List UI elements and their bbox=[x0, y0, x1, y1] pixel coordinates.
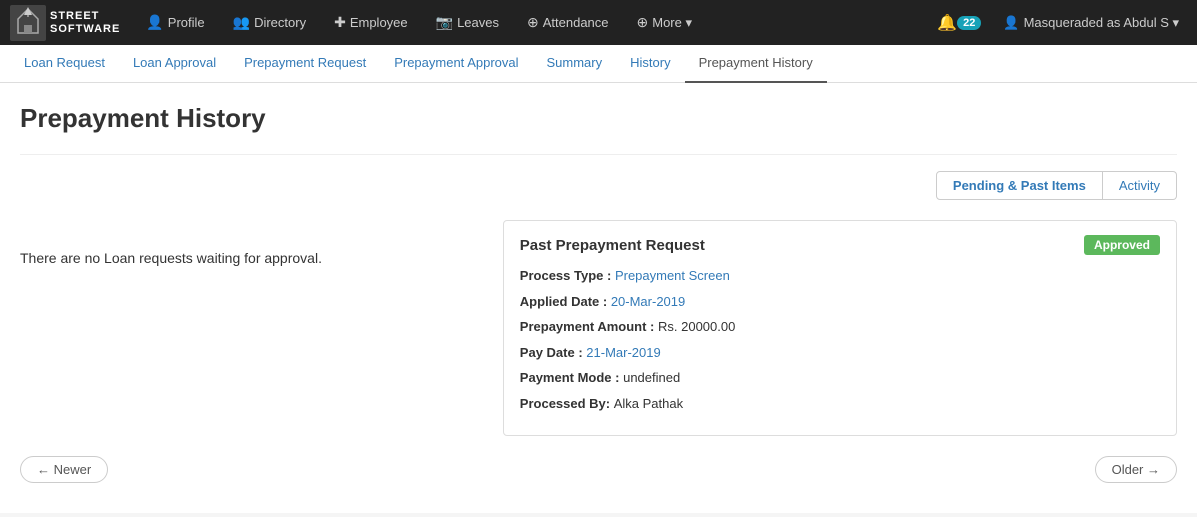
pay-date-label: Pay Date : bbox=[520, 345, 586, 360]
top-navbar: STREET SOFTWARE 👤 Profile 👥 Directory ✚ … bbox=[0, 0, 1197, 45]
bell-icon: 🔔 bbox=[937, 13, 957, 33]
card-prepayment-amount: Prepayment Amount : Rs. 20000.00 bbox=[520, 317, 1160, 337]
processed-by-value: Alka Pathak bbox=[614, 396, 683, 411]
sub-tab-prepayment-approval[interactable]: Prepayment Approval bbox=[380, 45, 532, 83]
older-button[interactable]: Older → bbox=[1095, 456, 1177, 483]
prepayment-amount-value: Rs. 20000.00 bbox=[658, 319, 735, 334]
applied-date-label: Applied Date : bbox=[520, 294, 611, 309]
sub-tab-summary[interactable]: Summary bbox=[533, 45, 617, 83]
more-icon: ⊕ bbox=[637, 14, 649, 31]
nav-attendance[interactable]: ⊕ Attendance bbox=[515, 0, 621, 45]
left-panel: There are no Loan requests waiting for a… bbox=[20, 220, 483, 286]
divider bbox=[20, 154, 1177, 155]
navbar-right: 🔔 22 👤 Masqueraded as Abdul S ▾ bbox=[929, 13, 1187, 33]
pagination-row: ← Newer Older → bbox=[20, 456, 1177, 483]
bell-wrapper[interactable]: 🔔 22 bbox=[929, 13, 989, 33]
card-pay-date: Pay Date : 21-Mar-2019 bbox=[520, 343, 1160, 363]
view-tabs: Pending & Past Items Activity bbox=[20, 171, 1177, 200]
card-applied-date: Applied Date : 20-Mar-2019 bbox=[520, 292, 1160, 312]
processed-by-label: Processed By: bbox=[520, 396, 614, 411]
sub-tab-loan-request[interactable]: Loan Request bbox=[10, 45, 119, 83]
profile-icon: 👤 bbox=[146, 14, 163, 31]
sub-tab-prepayment-history[interactable]: Prepayment History bbox=[685, 45, 827, 83]
leaves-icon: 📷 bbox=[436, 14, 453, 31]
main-row: There are no Loan requests waiting for a… bbox=[20, 220, 1177, 436]
approved-badge: Approved bbox=[1084, 235, 1160, 255]
sub-tabs-bar: Loan Request Loan Approval Prepayment Re… bbox=[0, 45, 1197, 83]
card-header: Approved Past Prepayment Request bbox=[520, 237, 1160, 254]
sub-tab-prepayment-request[interactable]: Prepayment Request bbox=[230, 45, 380, 83]
activity-tab[interactable]: Activity bbox=[1103, 171, 1177, 200]
directory-icon: 👥 bbox=[233, 14, 250, 31]
page-content: Prepayment History Pending & Past Items … bbox=[0, 83, 1197, 513]
process-type-value: Prepayment Screen bbox=[615, 268, 730, 283]
page-title: Prepayment History bbox=[20, 103, 1177, 134]
payment-mode-label: Payment Mode : bbox=[520, 370, 623, 385]
prepayment-card: Approved Past Prepayment Request Process… bbox=[503, 220, 1177, 436]
logo-icon bbox=[10, 5, 46, 41]
nav-directory[interactable]: 👥 Directory bbox=[221, 0, 318, 45]
card-payment-mode: Payment Mode : undefined bbox=[520, 368, 1160, 388]
pay-date-value: 21-Mar-2019 bbox=[586, 345, 660, 360]
brand: STREET SOFTWARE bbox=[10, 5, 120, 41]
nav-profile[interactable]: 👤 Profile bbox=[134, 0, 216, 45]
process-type-label: Process Type : bbox=[520, 268, 615, 283]
nav-more[interactable]: ⊕ More ▾ bbox=[625, 0, 705, 45]
brand-text: STREET SOFTWARE bbox=[50, 10, 120, 34]
nav-employee[interactable]: ✚ Employee bbox=[322, 0, 420, 45]
card-process-type: Process Type : Prepayment Screen bbox=[520, 266, 1160, 286]
applied-date-value: 20-Mar-2019 bbox=[611, 294, 685, 309]
user-icon: 👤 bbox=[1003, 15, 1019, 31]
card-title: Past Prepayment Request bbox=[520, 237, 1160, 254]
newer-button[interactable]: ← Newer bbox=[20, 456, 108, 483]
no-requests-message: There are no Loan requests waiting for a… bbox=[20, 230, 322, 286]
sub-tab-history[interactable]: History bbox=[616, 45, 684, 83]
payment-mode-value: undefined bbox=[623, 370, 680, 385]
card-processed-by: Processed By: Alka Pathak bbox=[520, 394, 1160, 414]
employee-icon: ✚ bbox=[334, 14, 346, 31]
notification-badge: 22 bbox=[957, 16, 981, 30]
prepayment-amount-label: Prepayment Amount : bbox=[520, 319, 658, 334]
pending-past-tab[interactable]: Pending & Past Items bbox=[936, 171, 1103, 200]
nav-leaves[interactable]: 📷 Leaves bbox=[424, 0, 511, 45]
user-menu[interactable]: 👤 Masqueraded as Abdul S ▾ bbox=[995, 15, 1187, 31]
sub-tab-loan-approval[interactable]: Loan Approval bbox=[119, 45, 230, 83]
attendance-icon: ⊕ bbox=[527, 14, 539, 31]
